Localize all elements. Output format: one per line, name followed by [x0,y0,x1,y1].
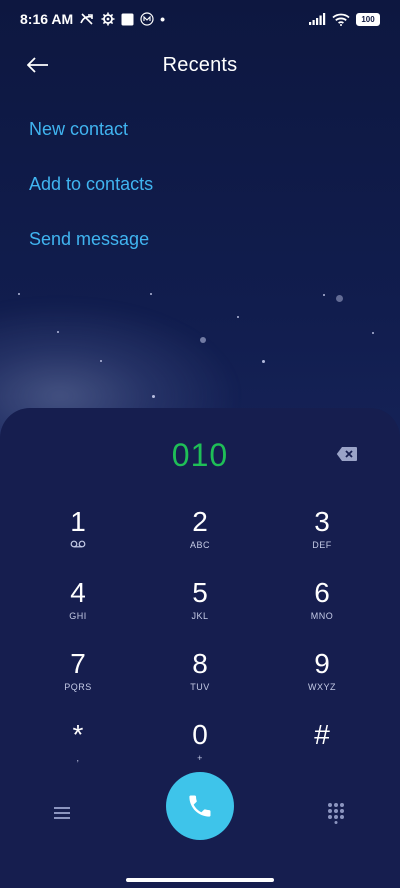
battery-icon: 100 [356,12,380,26]
star [18,293,20,295]
key-3[interactable]: 3 DEF [261,498,383,569]
home-indicator[interactable] [126,878,274,882]
key-digit: 4 [70,577,86,608]
key-digit: 2 [192,506,208,537]
key-letters: PQRS [64,682,92,692]
status-bar-right: 100 [309,12,380,26]
key-letters: TUV [190,682,210,692]
key-letters: MNO [310,611,334,621]
dialer-bottom-bar [0,768,400,858]
dialpad-toggle-button[interactable] [327,802,347,824]
key-letters: ABC [189,540,210,550]
key-8[interactable]: 8 TUV [139,640,261,711]
star [323,294,325,296]
arrow-left-icon [27,57,48,73]
star [152,395,155,398]
top-app-bar: Recents [0,44,400,86]
missed-call-icon [79,12,95,26]
key-5[interactable]: 5 JKL [139,569,261,640]
key-digit: 9 [314,648,330,679]
key-digit: 1 [70,506,86,537]
star [100,360,102,362]
phone-icon [189,795,211,817]
back-button[interactable] [24,52,52,78]
key-6[interactable]: 6 MNO [261,569,383,640]
star [336,295,343,302]
key-letters: , [76,753,80,763]
key-letters: WXYZ [308,682,336,692]
call-button[interactable] [166,772,234,840]
status-bar-left: 8:16 AM • [20,11,165,27]
wifi-icon [332,13,350,26]
key-digit: # [314,719,330,750]
contact-actions: New contact Add to contacts Send message [29,112,153,277]
key-letters: + [197,753,203,763]
key-digit: 8 [192,648,208,679]
new-contact-link[interactable]: New contact [29,112,153,167]
dialpad-icon [328,803,344,824]
key-digit: 3 [314,506,330,537]
key-letters: GHI [69,611,87,621]
status-time: 8:16 AM [20,11,74,27]
send-message-link[interactable]: Send message [29,222,153,277]
key-digit: 0 [192,719,208,750]
key-digit: * [72,719,84,750]
star [262,360,265,363]
app-notification-icon [140,12,154,26]
dialed-number: 010 [171,436,229,473]
key-9[interactable]: 9 WXYZ [261,640,383,711]
square-notification-icon [121,13,134,26]
voicemail-icon [70,540,86,552]
backspace-button[interactable] [336,446,358,462]
add-to-contacts-link[interactable]: Add to contacts [29,167,153,222]
menu-button[interactable] [53,805,75,821]
signal-icon [309,13,326,25]
menu-icon [54,807,70,819]
page-title: Recents [162,53,238,76]
settings-icon [101,12,115,26]
star [57,331,59,333]
star [150,293,152,295]
key-2[interactable]: 2 ABC [139,498,261,569]
status-bar: 8:16 AM • 100 [0,0,400,38]
key-digit: 7 [70,648,86,679]
backspace-icon [336,447,357,461]
key-4[interactable]: 4 GHI [17,569,139,640]
key-letters: JKL [191,611,209,621]
key-1[interactable]: 1 [17,498,139,569]
dialer-screen: 8:16 AM • 100 Recents New contact Add to… [0,0,400,888]
key-digit: 6 [314,577,330,608]
key-digit: 5 [192,577,208,608]
key-letters: DEF [312,540,332,550]
keypad: 1 2 ABC 3 DEF 4 GHI 5 JKL 6 MNO 7 PQRS 8… [17,498,383,782]
star [372,332,374,334]
star [237,316,239,318]
notification-dot: • [160,11,166,27]
key-7[interactable]: 7 PQRS [17,640,139,711]
star [200,337,206,343]
